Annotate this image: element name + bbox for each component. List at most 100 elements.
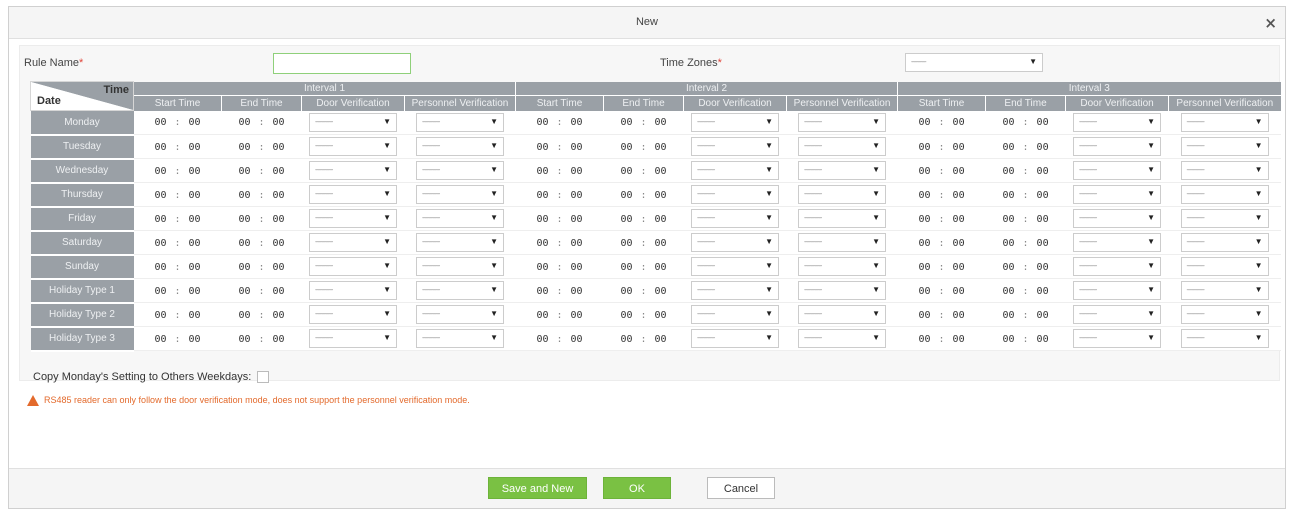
minute-value[interactable]: 00 [953,310,965,321]
minute-value[interactable]: 00 [953,262,965,273]
hour-value[interactable]: 00 [1002,286,1014,297]
minute-value[interactable]: 00 [953,286,965,297]
minute-value[interactable]: 00 [189,142,201,153]
personnel-verification-select[interactable]: ------------- ▼ [416,281,504,300]
hour-value[interactable]: 00 [154,190,166,201]
start-time-input[interactable]: 00:00 [536,117,582,128]
hour-value[interactable]: 00 [536,334,548,345]
end-time-input[interactable]: 00:00 [1002,262,1048,273]
personnel-verification-select[interactable]: ------------- ▼ [798,329,887,348]
end-time-input[interactable]: 00:00 [1002,214,1048,225]
hour-value[interactable]: 00 [620,286,632,297]
personnel-verification-select[interactable]: ------------- ▼ [798,137,887,156]
hour-value[interactable]: 00 [918,310,930,321]
door-verification-select[interactable]: ------------- ▼ [691,329,780,348]
personnel-verification-select[interactable]: ------------- ▼ [416,137,504,156]
door-verification-select[interactable]: ------------- ▼ [309,137,397,156]
door-verification-select[interactable]: ------------- ▼ [1073,257,1162,276]
personnel-verification-select[interactable]: ------------- ▼ [1180,305,1269,324]
minute-value[interactable]: 00 [1037,238,1049,249]
minute-value[interactable]: 00 [655,334,667,345]
door-verification-select[interactable]: ------------- ▼ [309,112,397,132]
end-time-input[interactable]: 00:00 [620,214,666,225]
personnel-verification-select[interactable]: ------------- ▼ [798,257,887,276]
minute-value[interactable]: 00 [1037,262,1049,273]
start-time-input[interactable]: 00:00 [154,190,200,201]
hour-value[interactable]: 00 [238,334,250,345]
door-verification-select[interactable]: ------------- ▼ [309,281,397,300]
minute-value[interactable]: 00 [953,117,965,128]
minute-value[interactable]: 00 [571,310,583,321]
door-verification-select[interactable]: ------------- ▼ [309,305,397,324]
hour-value[interactable]: 00 [238,310,250,321]
start-time-input[interactable]: 00:00 [536,166,582,177]
minute-value[interactable]: 00 [189,117,201,128]
minute-value[interactable]: 00 [953,214,965,225]
close-icon[interactable]: × [1264,14,1277,32]
hour-value[interactable]: 00 [918,142,930,153]
hour-value[interactable]: 00 [154,310,166,321]
door-verification-select[interactable]: ------------- ▼ [1073,305,1162,324]
end-time-input[interactable]: 00:00 [238,190,284,201]
personnel-verification-select[interactable]: ------------- ▼ [1180,281,1269,300]
hour-value[interactable]: 00 [238,142,250,153]
start-time-input[interactable]: 00:00 [918,262,964,273]
hour-value[interactable]: 00 [620,166,632,177]
hour-value[interactable]: 00 [620,190,632,201]
minute-value[interactable]: 00 [189,214,201,225]
hour-value[interactable]: 00 [1002,310,1014,321]
hour-value[interactable]: 00 [1002,190,1014,201]
end-time-input[interactable]: 00:00 [620,190,666,201]
hour-value[interactable]: 00 [238,117,250,128]
minute-value[interactable]: 00 [953,166,965,177]
minute-value[interactable]: 00 [655,310,667,321]
start-time-input[interactable]: 00:00 [918,238,964,249]
start-time-input[interactable]: 00:00 [154,238,200,249]
minute-value[interactable]: 00 [273,334,285,345]
hour-value[interactable]: 00 [620,262,632,273]
hour-value[interactable]: 00 [154,166,166,177]
start-time-input[interactable]: 00:00 [918,214,964,225]
minute-value[interactable]: 00 [273,117,285,128]
minute-value[interactable]: 00 [273,214,285,225]
hour-value[interactable]: 00 [1002,117,1014,128]
door-verification-select[interactable]: ------------- ▼ [691,209,780,228]
door-verification-select[interactable]: ------------- ▼ [309,209,397,228]
start-time-input[interactable]: 00:00 [536,262,582,273]
door-verification-select[interactable]: ------------- ▼ [309,233,397,252]
hour-value[interactable]: 00 [536,262,548,273]
end-time-input[interactable]: 00:00 [238,117,284,128]
hour-value[interactable]: 00 [620,214,632,225]
minute-value[interactable]: 00 [189,166,201,177]
personnel-verification-select[interactable]: ------------- ▼ [416,257,504,276]
hour-value[interactable]: 00 [918,286,930,297]
personnel-verification-select[interactable]: ------------- ▼ [798,112,887,132]
ok-button[interactable]: OK [603,477,671,499]
hour-value[interactable]: 00 [536,117,548,128]
minute-value[interactable]: 00 [655,214,667,225]
minute-value[interactable]: 00 [655,262,667,273]
door-verification-select[interactable]: ------------- ▼ [309,185,397,204]
minute-value[interactable]: 00 [273,310,285,321]
minute-value[interactable]: 00 [655,166,667,177]
minute-value[interactable]: 00 [273,142,285,153]
copy-monday-checkbox[interactable] [257,371,270,384]
hour-value[interactable]: 00 [918,262,930,273]
minute-value[interactable]: 00 [571,190,583,201]
door-verification-select[interactable]: ------------- ▼ [1073,233,1162,252]
end-time-input[interactable]: 00:00 [238,238,284,249]
end-time-input[interactable]: 00:00 [238,214,284,225]
end-time-input[interactable]: 00:00 [620,166,666,177]
door-verification-select[interactable]: ------------- ▼ [691,233,780,252]
personnel-verification-select[interactable]: ------------- ▼ [416,161,504,180]
minute-value[interactable]: 00 [189,310,201,321]
hour-value[interactable]: 00 [154,286,166,297]
door-verification-select[interactable]: ------------- ▼ [691,161,780,180]
end-time-input[interactable]: 00:00 [238,262,284,273]
hour-value[interactable]: 00 [536,286,548,297]
door-verification-select[interactable]: ------------- ▼ [691,281,780,300]
hour-value[interactable]: 00 [1002,142,1014,153]
start-time-input[interactable]: 00:00 [536,310,582,321]
start-time-input[interactable]: 00:00 [918,190,964,201]
hour-value[interactable]: 00 [536,190,548,201]
